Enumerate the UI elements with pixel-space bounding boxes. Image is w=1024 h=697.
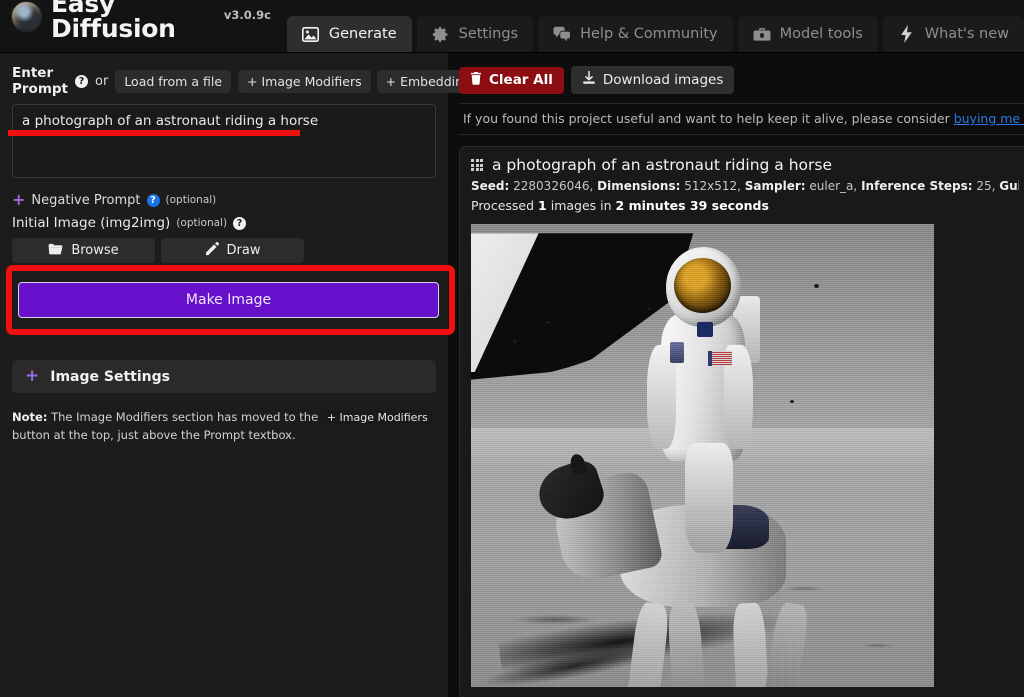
gear-icon: [432, 25, 450, 43]
negative-prompt-toggle[interactable]: + Negative Prompt ? (optional): [12, 192, 436, 208]
result-card: a photograph of an astronaut riding a ho…: [459, 146, 1024, 697]
meta-value-inference-steps: 25,: [976, 179, 996, 193]
download-images-button[interactable]: Download images: [570, 66, 735, 94]
processed-count: 1: [538, 198, 547, 213]
browse-button[interactable]: Browse: [12, 238, 155, 263]
trash-icon: [470, 71, 482, 89]
tab-label: Help & Community: [580, 26, 718, 42]
donate-banner: If you found this project useful and wan…: [459, 103, 1024, 135]
processed-prefix: Processed: [471, 198, 535, 213]
make-image-zone: Make Image: [6, 265, 455, 335]
top-bar: Easy Diffusion v3.0.9c Generate Settings…: [0, 0, 1024, 53]
meta-value-sampler: euler_a,: [809, 179, 858, 193]
question-mark-icon[interactable]: ?: [233, 216, 247, 230]
tab-label: What's new: [924, 26, 1009, 42]
pencil-icon: [205, 241, 219, 260]
generated-image[interactable]: [471, 224, 934, 687]
left-panel: Enter Prompt ? or Load from a file + Ima…: [0, 53, 480, 697]
donate-text-before: If you found this project useful and wan…: [463, 111, 950, 126]
main-stage: Enter Prompt ? or Load from a file + Ima…: [0, 53, 1024, 697]
note-chip: + Image Modifiers: [321, 410, 433, 425]
grid-drag-handle-icon[interactable]: [471, 159, 483, 171]
meta-key-guidance-scale: Guidance Scale:: [999, 179, 1019, 193]
draw-button[interactable]: Draw: [161, 238, 304, 263]
meta-key-seed: Seed:: [471, 179, 510, 193]
negative-prompt-optional: (optional): [165, 194, 217, 206]
buy-me-a-coffee-link[interactable]: buying me a coffee: [954, 111, 1024, 126]
tab-generate[interactable]: Generate: [286, 16, 412, 52]
brand: Easy Diffusion v3.0.9c: [0, 0, 287, 52]
result-actions: Clear All Download images: [459, 66, 1024, 94]
image-settings-label: Image Settings: [50, 368, 170, 385]
download-icon: [582, 70, 596, 89]
app-version: v3.0.9c: [223, 8, 271, 22]
negative-prompt-label: Negative Prompt: [31, 192, 141, 208]
astronaut-avatar-icon: [11, 0, 42, 32]
draw-label: Draw: [226, 243, 261, 258]
initial-image-label: Initial Image (img2img): [12, 215, 171, 231]
load-from-file-button[interactable]: Load from a file: [115, 69, 232, 93]
or-text: or: [95, 73, 109, 89]
note-text-a: The Image Modifiers section has moved to…: [51, 410, 319, 424]
meta-key-dimensions: Dimensions:: [597, 179, 681, 193]
note-prefix: Note:: [12, 410, 48, 424]
prompt-label-row: Enter Prompt ? or Load from a file + Ima…: [12, 65, 480, 97]
plus-icon: +: [12, 190, 26, 209]
clear-all-button[interactable]: Clear All: [459, 66, 564, 94]
meta-value-seed: 2280326046,: [513, 179, 594, 193]
plus-icon: +: [25, 366, 40, 386]
right-panel: Clear All Download images If you found t…: [449, 53, 1024, 697]
tab-label: Model tools: [779, 26, 863, 42]
processed-status: Processed 1 images in 2 minutes 39 secon…: [471, 198, 1019, 213]
tab-whats-new[interactable]: What's new: [882, 16, 1024, 52]
note-text-b: button at the top, just above the Prompt…: [12, 427, 296, 442]
modifier-buttons: + Image Modifiers + Embedding: [238, 69, 480, 93]
browse-label: Browse: [71, 243, 119, 258]
tab-label: Settings: [458, 26, 519, 42]
tab-label: Generate: [328, 26, 397, 42]
folder-open-icon: [48, 243, 63, 259]
question-mark-icon[interactable]: ?: [146, 193, 160, 207]
initial-image-row: Initial Image (img2img) (optional) ?: [12, 215, 436, 231]
tab-settings[interactable]: Settings: [416, 16, 534, 52]
tab-help-community[interactable]: Help & Community: [538, 16, 733, 52]
prompt-label: Enter Prompt: [12, 65, 69, 97]
image-modifiers-button[interactable]: + Image Modifiers: [238, 69, 371, 93]
lightning-icon: [898, 25, 916, 43]
result-metadata: Seed: 2280326046, Dimensions: 512x512, S…: [471, 179, 1019, 193]
meta-key-sampler: Sampler:: [744, 179, 806, 193]
meta-key-inference-steps: Inference Steps:: [861, 179, 973, 193]
make-image-button[interactable]: Make Image: [18, 282, 439, 318]
chat-bubbles-icon: [553, 25, 572, 43]
generated-image-wrap: [471, 224, 934, 687]
prompt-wrap: [8, 104, 436, 182]
download-images-label: Download images: [602, 72, 724, 88]
toolbox-icon: [753, 25, 771, 43]
initial-image-optional: (optional): [176, 217, 228, 229]
note-text: Note: The Image Modifiers section has mo…: [12, 409, 436, 445]
processed-mid: images in: [550, 198, 612, 213]
film-grain-overlay: [471, 224, 934, 687]
app-title: Easy Diffusion: [51, 0, 176, 43]
image-settings-section[interactable]: + Image Settings: [12, 360, 436, 393]
main-tabs: Generate Settings Help & Community Model…: [286, 16, 1024, 52]
result-title: a photograph of an astronaut riding a ho…: [492, 156, 832, 174]
initial-image-buttons: Browse Draw: [12, 238, 436, 263]
question-mark-icon[interactable]: ?: [75, 74, 88, 88]
image-icon: [302, 25, 320, 43]
meta-value-dimensions: 512x512,: [684, 179, 741, 193]
prompt-input[interactable]: [12, 104, 436, 178]
result-title-row: a photograph of an astronaut riding a ho…: [471, 156, 1019, 174]
clear-all-label: Clear All: [489, 72, 553, 88]
processed-time: 2 minutes 39 seconds: [615, 198, 769, 213]
tab-model-tools[interactable]: Model tools: [737, 16, 878, 52]
